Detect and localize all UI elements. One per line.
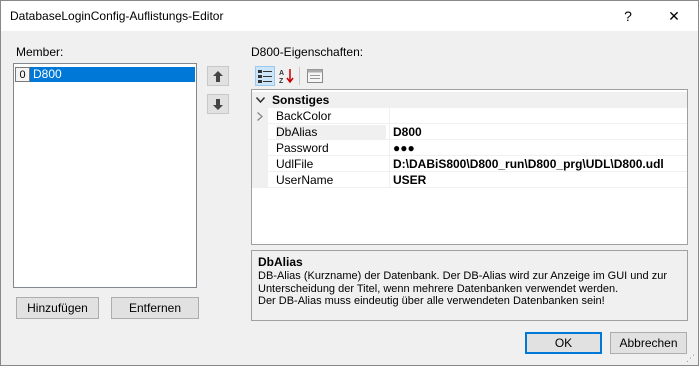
members-list[interactable]: 0 D800	[13, 63, 197, 288]
column-divider	[389, 140, 390, 156]
title-bar: DatabaseLoginConfig-Auflistungs-Editor ?…	[1, 1, 698, 31]
category-row[interactable]: Sonstiges	[252, 92, 687, 108]
property-value[interactable]	[393, 109, 685, 123]
row-gutter	[252, 156, 268, 172]
column-divider	[389, 156, 390, 172]
remove-button[interactable]: Entfernen	[111, 297, 199, 319]
property-name: UdlFile	[276, 157, 314, 171]
categorized-icon	[258, 70, 272, 83]
toolbar-separator	[299, 67, 300, 85]
property-row-backcolor[interactable]: BackColor	[252, 108, 687, 124]
property-row-dbalias[interactable]: DbAlias D800	[252, 124, 687, 140]
row-gutter	[252, 172, 268, 188]
collapse-toggle[interactable]	[252, 92, 268, 108]
categorized-view-button[interactable]	[255, 66, 275, 86]
description-line: Unterscheidung der Titel, wenn mehrere D…	[258, 282, 619, 295]
property-row-username[interactable]: UserName USER	[252, 172, 687, 188]
row-gutter	[252, 124, 268, 140]
help-icon: ?	[624, 8, 632, 24]
property-pages-icon	[307, 69, 323, 83]
property-name: UserName	[276, 173, 334, 187]
property-row-password[interactable]: Password ●●●	[252, 140, 687, 156]
svg-text:Z: Z	[279, 78, 284, 84]
collection-editor-dialog: DatabaseLoginConfig-Auflistungs-Editor ?…	[0, 0, 699, 366]
arrow-up-icon	[213, 70, 223, 82]
property-value[interactable]: USER	[393, 173, 685, 187]
column-divider	[389, 124, 390, 140]
property-name: Password	[276, 141, 329, 155]
move-down-button[interactable]	[207, 94, 229, 114]
chevron-right-icon	[257, 111, 263, 121]
arrow-down-icon	[213, 98, 223, 110]
property-description-panel: DbAlias DB-Alias (Kurzname) der Datenban…	[251, 250, 688, 321]
expand-toggle[interactable]	[252, 108, 268, 124]
resize-grip-icon[interactable]: ⋰	[686, 353, 696, 363]
property-value[interactable]: ●●●	[393, 141, 685, 155]
description-title: DbAlias	[258, 255, 303, 269]
members-label: Member:	[16, 45, 64, 59]
category-name: Sonstiges	[272, 93, 330, 107]
add-button[interactable]: Hinzufügen	[16, 297, 99, 319]
move-up-button[interactable]	[207, 66, 229, 86]
property-row-udlfile[interactable]: UdlFile D:\DABiS800\D800_run\D800_prg\UD…	[252, 156, 687, 172]
chevron-down-icon	[255, 97, 265, 103]
ok-button[interactable]: OK	[525, 332, 602, 354]
window-title: DatabaseLoginConfig-Auflistungs-Editor	[10, 9, 224, 23]
member-name: D800	[30, 67, 195, 82]
close-button[interactable]: ✕	[651, 1, 697, 31]
member-index: 0	[15, 67, 30, 82]
svg-text:A: A	[279, 70, 284, 77]
property-pages-button[interactable]	[305, 66, 325, 86]
list-item[interactable]: 0 D800	[15, 67, 195, 82]
alphabetical-view-button[interactable]: A Z	[277, 66, 297, 86]
sort-alphabetical-icon: A Z	[279, 69, 294, 84]
property-name: BackColor	[276, 109, 332, 123]
property-grid[interactable]: Sonstiges BackColor DbAlias D800 Passwor…	[251, 89, 688, 245]
cancel-button[interactable]: Abbrechen	[610, 332, 687, 354]
property-name: DbAlias	[276, 125, 386, 139]
row-gutter	[252, 140, 268, 156]
description-line: Der DB-Alias muss eindeutig über alle ve…	[258, 295, 605, 307]
property-value[interactable]: D800	[393, 125, 685, 139]
column-divider	[389, 108, 390, 124]
column-divider	[389, 172, 390, 188]
property-value[interactable]: D:\DABiS800\D800_run\D800_prg\UDL\D800.u…	[393, 157, 685, 171]
description-line: DB-Alias (Kurzname) der Datenbank. Der D…	[258, 270, 667, 282]
description-text: DB-Alias (Kurzname) der Datenbank. Der D…	[258, 270, 683, 308]
properties-label: D800-Eigenschaften:	[251, 45, 364, 59]
help-button[interactable]: ?	[605, 1, 651, 31]
close-icon: ✕	[668, 7, 680, 24]
